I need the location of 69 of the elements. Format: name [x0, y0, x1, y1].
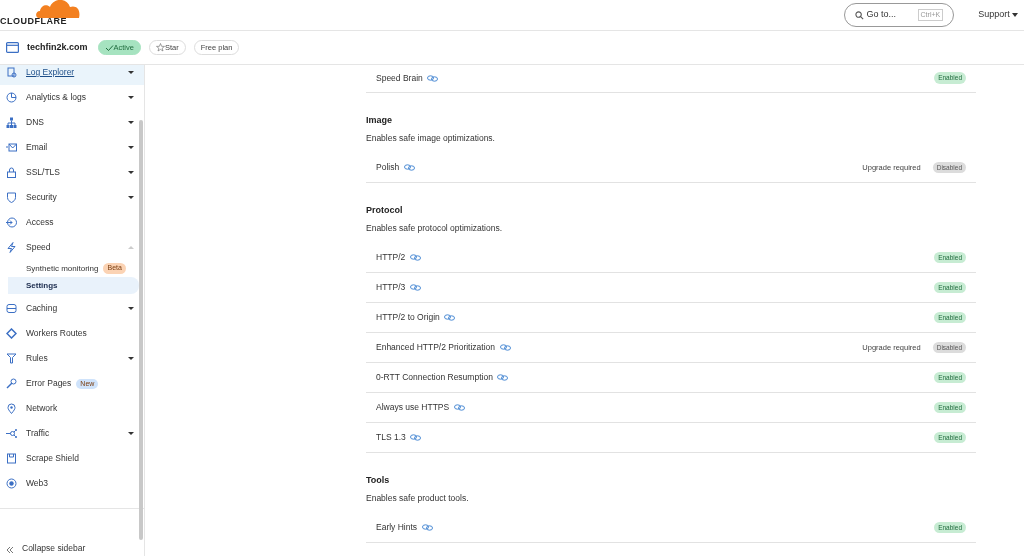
- sitemap-icon: [6, 117, 17, 128]
- page-icon: [6, 453, 17, 465]
- star-icon: [155, 43, 165, 52]
- sidebar-item[interactable]: Speed: [0, 235, 144, 260]
- link-icon[interactable]: [409, 253, 421, 262]
- check-icon: [104, 43, 114, 52]
- setting-name: Enhanced HTTP/2 Prioritization: [376, 341, 496, 354]
- setting-name: TLS 1.3: [376, 431, 406, 444]
- setting-name: Always use HTTPS: [376, 401, 450, 414]
- wrench-icon: [6, 378, 17, 390]
- section-description: Enables safe protocol optimizations.: [366, 222, 504, 234]
- lightning-icon: [6, 242, 17, 253]
- envelope-icon: [6, 142, 17, 153]
- sidebar-item[interactable]: Analytics & logs: [0, 85, 144, 110]
- setting-name: Early Hints: [376, 521, 418, 534]
- sidebar-item[interactable]: DNS: [0, 110, 144, 135]
- location-pin-icon: [6, 403, 17, 415]
- browser-window-icon: [6, 42, 19, 53]
- link-icon[interactable]: [409, 283, 421, 292]
- collapse-sidebar-link[interactable]: Collapse sidebar: [22, 542, 86, 555]
- search-placeholder: Go to...: [866, 8, 896, 22]
- link-icon[interactable]: [444, 313, 456, 322]
- sidebar-item[interactable]: SSL/TLS: [0, 160, 144, 185]
- section-description: Enables safe product tools.: [366, 492, 470, 504]
- section-title: Tools: [366, 474, 391, 486]
- sidebar-item[interactable]: Web3: [0, 471, 144, 497]
- setting-name: 0-RTT Connection Resumption: [376, 371, 493, 384]
- logo-text: CLOUDFLARE: [0, 15, 67, 28]
- globe-icon: [6, 478, 17, 490]
- padlock-icon: [6, 167, 17, 178]
- site-name: techfin2k.com: [27, 40, 88, 54]
- sign-in-icon: [6, 217, 17, 228]
- sidebar-item[interactable]: Log Explorer: [0, 65, 144, 85]
- link-icon[interactable]: [453, 403, 465, 412]
- pie-chart-icon: [6, 92, 17, 103]
- document-icon: [6, 67, 17, 78]
- section-title: Image: [366, 114, 393, 126]
- sidebar-item[interactable]: Traffic: [0, 421, 144, 447]
- link-icon[interactable]: [499, 343, 511, 352]
- link-icon[interactable]: [410, 433, 422, 442]
- setting-name: HTTP/2 to Origin: [376, 311, 440, 324]
- search-icon: [855, 10, 865, 20]
- setting-name: HTTP/2: [376, 251, 406, 264]
- sidebar-item[interactable]: Security: [0, 185, 144, 210]
- link-icon[interactable]: [497, 373, 509, 382]
- section-title: Protocol: [366, 204, 404, 216]
- network-nodes-icon: [6, 428, 17, 440]
- link-icon[interactable]: [427, 73, 439, 83]
- sidebar-item[interactable]: Workers Routes: [0, 321, 144, 347]
- sidebar-item[interactable]: Scrape Shield: [0, 446, 144, 472]
- sidebar-item[interactable]: Email: [0, 135, 144, 160]
- link-icon[interactable]: [403, 163, 415, 172]
- sidebar-item[interactable]: Rules: [0, 346, 144, 372]
- section-description: Enables safe image optimizations.: [366, 132, 496, 144]
- setting-name: HTTP/3: [376, 281, 406, 294]
- sidebar-subitem[interactable]: Settings: [8, 277, 139, 294]
- shield-icon: [6, 192, 17, 203]
- support-menu[interactable]: Support: [978, 8, 1010, 22]
- sidebar-item[interactable]: Network: [0, 396, 144, 422]
- chevrons-icon: [6, 547, 14, 553]
- sidebar-item[interactable]: Access: [0, 210, 144, 235]
- funnel-icon: [6, 353, 17, 365]
- sidebar-item[interactable]: Caching: [0, 296, 144, 322]
- caret-icon: [1012, 12, 1018, 18]
- setting-name: Speed Brain: [376, 71, 423, 85]
- storage-icon: [6, 303, 17, 315]
- diamond-icon: [6, 328, 17, 340]
- setting-name: Polish: [376, 161, 400, 174]
- link-icon[interactable]: [421, 523, 433, 532]
